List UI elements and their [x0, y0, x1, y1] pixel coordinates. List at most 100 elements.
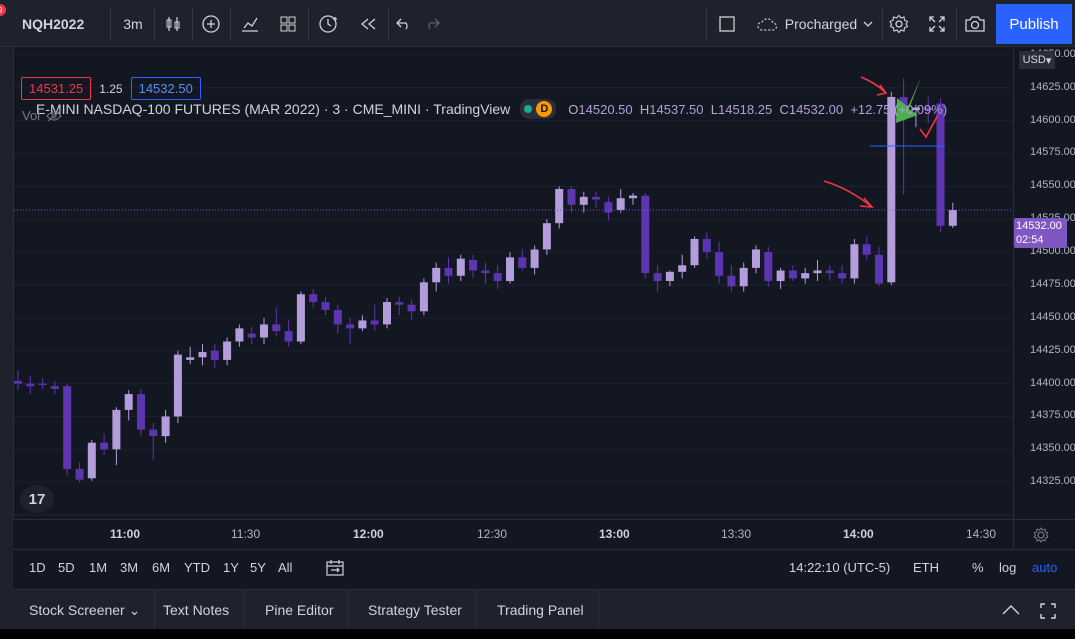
candle: [14, 370, 22, 391]
candle-body: [653, 273, 662, 282]
bottom-tab[interactable]: Strategy Tester: [354, 590, 477, 630]
add-compare-icon[interactable]: [196, 6, 226, 42]
auto-toggle[interactable]: auto: [1032, 560, 1057, 575]
range-button[interactable]: 3M: [120, 560, 138, 575]
price-tick-label: 14600.00: [1030, 113, 1075, 126]
settings-gear-icon[interactable]: [1014, 520, 1075, 550]
percent-toggle[interactable]: %: [972, 560, 984, 575]
toolbar-divider: [110, 8, 111, 40]
range-button[interactable]: YTD: [184, 560, 210, 575]
range-button[interactable]: 5Y: [250, 560, 266, 575]
bottom-tab[interactable]: Text Notes: [149, 590, 245, 630]
volume-indicator-legend[interactable]: Vol: [22, 108, 62, 123]
time-axis[interactable]: 11:00 11:30 12:00 12:30 13:00 13:30 14:00 14:30: [13, 519, 1013, 549]
sell-button[interactable]: 14531.25: [21, 77, 92, 100]
candle-body: [63, 386, 72, 470]
settings-gear-icon[interactable]: [884, 6, 914, 42]
layout-name-label: Procharged: [784, 16, 858, 32]
candle: [567, 186, 576, 213]
range-button[interactable]: 6M: [152, 560, 170, 575]
volume-label: Vol: [22, 108, 41, 123]
fullscreen-frame-icon[interactable]: [712, 6, 742, 42]
candle-body: [875, 254, 883, 284]
tradingview-logo[interactable]: 17: [20, 485, 54, 513]
maximize-panel-icon[interactable]: [1039, 602, 1057, 620]
chevron-up-icon[interactable]: [1001, 603, 1021, 617]
time-tick-label: 13:00: [599, 527, 630, 541]
candle: [346, 317, 355, 345]
candle: [309, 288, 318, 308]
candle-body: [235, 328, 244, 342]
publish-button[interactable]: Publish: [996, 4, 1072, 44]
candle-body: [38, 383, 47, 385]
range-button[interactable]: 1D: [29, 560, 46, 575]
candle: [506, 252, 514, 284]
candle: [764, 246, 773, 287]
top-toolbar: 9 NQH2022 3m Procharged: [0, 0, 1075, 47]
buy-button[interactable]: 14532.50: [130, 77, 201, 100]
candle: [801, 267, 810, 284]
chart-legend: E-MINI NASDAQ-100 FUTURES (MAR 2022) · 3…: [36, 99, 947, 119]
candle: [87, 440, 96, 481]
log-toggle[interactable]: log: [999, 560, 1016, 575]
range-button[interactable]: 5D: [58, 560, 75, 575]
candle: [518, 249, 527, 271]
close-value: 14532.00: [788, 101, 844, 117]
symbol-search-button[interactable]: NQH2022: [14, 6, 106, 42]
candle: [739, 262, 748, 292]
candle: [395, 296, 404, 316]
undo-icon[interactable]: [390, 6, 418, 42]
notification-badge[interactable]: 9: [0, 4, 6, 16]
candle: [210, 344, 219, 368]
spread-value: 1.25: [99, 81, 123, 96]
range-button[interactable]: All: [278, 560, 292, 575]
price-axis[interactable]: 14650.0014625.0014600.0014575.0014550.00…: [1013, 47, 1075, 519]
templates-grid-icon[interactable]: [272, 6, 304, 42]
candle: [579, 191, 588, 213]
candle-body: [604, 202, 613, 213]
alert-clock-icon[interactable]: [312, 6, 346, 42]
candle-body: [87, 442, 96, 479]
candle-body: [383, 302, 391, 325]
expand-icon[interactable]: [922, 6, 952, 42]
market-status[interactable]: D: [520, 99, 557, 119]
time-tick-label: 14:00: [843, 527, 874, 541]
bar-countdown: 02:54: [1016, 234, 1044, 246]
candle: [887, 91, 896, 285]
bottom-tab[interactable]: Trading Panel: [483, 590, 599, 630]
user-annotations[interactable]: [823, 76, 945, 208]
candle-body: [75, 469, 84, 480]
candle: [715, 241, 724, 284]
redo-icon[interactable]: [418, 6, 446, 42]
chart-pane[interactable]: E-MINI NASDAQ-100 FUTURES (MAR 2022) · 3…: [13, 47, 1013, 519]
candle: [727, 265, 736, 292]
candle-body: [469, 259, 478, 271]
candle-body: [210, 350, 219, 360]
clock-timezone[interactable]: 14:22:10 (UTC-5): [789, 560, 890, 575]
candle-body: [321, 302, 330, 310]
candle-body: [149, 429, 158, 437]
candle: [272, 307, 281, 337]
price-tick-label: 14575.00: [1030, 146, 1075, 159]
candle: [173, 350, 182, 424]
candle: [444, 257, 453, 284]
symbol-description[interactable]: E-MINI NASDAQ-100 FUTURES (MAR 2022) · 3…: [36, 101, 510, 117]
interval-button[interactable]: 3m: [116, 6, 150, 42]
currency-selector[interactable]: USD ▾: [1019, 51, 1055, 69]
range-button[interactable]: 1Y: [223, 560, 239, 575]
candle: [838, 265, 847, 284]
axis-settings[interactable]: [1013, 519, 1075, 549]
bottom-tab[interactable]: Stock Screener ⌄: [15, 590, 156, 630]
camera-icon[interactable]: [960, 6, 990, 42]
range-button[interactable]: 1M: [89, 560, 107, 575]
chart-type-candles-icon[interactable]: [158, 6, 188, 42]
indicators-icon[interactable]: [234, 6, 266, 42]
session-toggle[interactable]: ETH: [913, 560, 939, 575]
hidden-eye-icon[interactable]: [46, 110, 62, 122]
layout-menu-button[interactable]: Procharged: [750, 6, 880, 42]
candle-body: [407, 304, 416, 312]
bottom-tab[interactable]: Pine Editor: [251, 590, 349, 630]
date-range-icon[interactable]: [326, 560, 344, 576]
replay-icon[interactable]: [352, 6, 384, 42]
candle: [899, 78, 908, 195]
